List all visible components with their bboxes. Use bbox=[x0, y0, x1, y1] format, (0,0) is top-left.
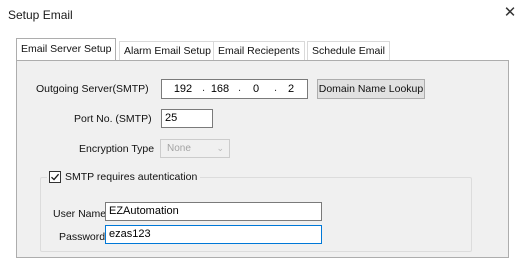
ip-octet-2[interactable]: 168 bbox=[209, 83, 231, 95]
port-label: Port No. (SMTP) bbox=[74, 113, 152, 125]
username-label: User Name bbox=[53, 208, 107, 220]
close-icon[interactable]: ✕ bbox=[502, 5, 518, 21]
ip-separator: . bbox=[202, 82, 206, 94]
smtp-auth-checkbox-label: SMTP requires autentication bbox=[65, 171, 198, 183]
smtp-auth-checkbox-row[interactable]: SMTP requires autentication bbox=[47, 170, 201, 184]
smtp-auth-checkbox[interactable] bbox=[49, 171, 61, 183]
checkmark-icon bbox=[51, 173, 60, 181]
username-input[interactable]: EZAutomation bbox=[105, 202, 322, 221]
title-bar: Setup Email ✕ bbox=[0, 0, 526, 30]
window-title: Setup Email bbox=[8, 8, 73, 22]
outgoing-server-label: Outgoing Server(SMTP) bbox=[36, 83, 149, 95]
setup-email-dialog: Setup Email ✕ Email Server Setup Alarm E… bbox=[0, 0, 526, 265]
ip-separator: . bbox=[274, 82, 278, 94]
tab-schedule-email[interactable]: Schedule Email bbox=[307, 41, 390, 60]
encryption-type-select[interactable]: None ⌄ bbox=[160, 139, 230, 158]
encryption-type-value: None bbox=[167, 143, 191, 154]
encryption-type-label: Encryption Type bbox=[79, 143, 155, 155]
password-label: Password bbox=[59, 231, 106, 243]
password-input[interactable]: ezas123 bbox=[105, 225, 322, 244]
ip-separator: . bbox=[238, 82, 242, 94]
ip-octet-3[interactable]: 0 bbox=[245, 83, 267, 95]
ip-octet-1[interactable]: 192 bbox=[172, 83, 194, 95]
tab-alarm-email-setup[interactable]: Alarm Email Setup bbox=[119, 41, 216, 60]
tab-email-reciepents[interactable]: Email Reciepents bbox=[213, 41, 305, 60]
tab-email-server-setup[interactable]: Email Server Setup bbox=[16, 38, 117, 60]
domain-name-lookup-button[interactable]: Domain Name Lookup bbox=[317, 79, 425, 99]
ip-octet-4[interactable]: 2 bbox=[280, 83, 302, 95]
chevron-down-icon: ⌄ bbox=[216, 143, 224, 153]
ip-address-input[interactable]: 192 . 168 . 0 . 2 bbox=[161, 79, 308, 99]
port-input[interactable]: 25 bbox=[161, 109, 213, 128]
